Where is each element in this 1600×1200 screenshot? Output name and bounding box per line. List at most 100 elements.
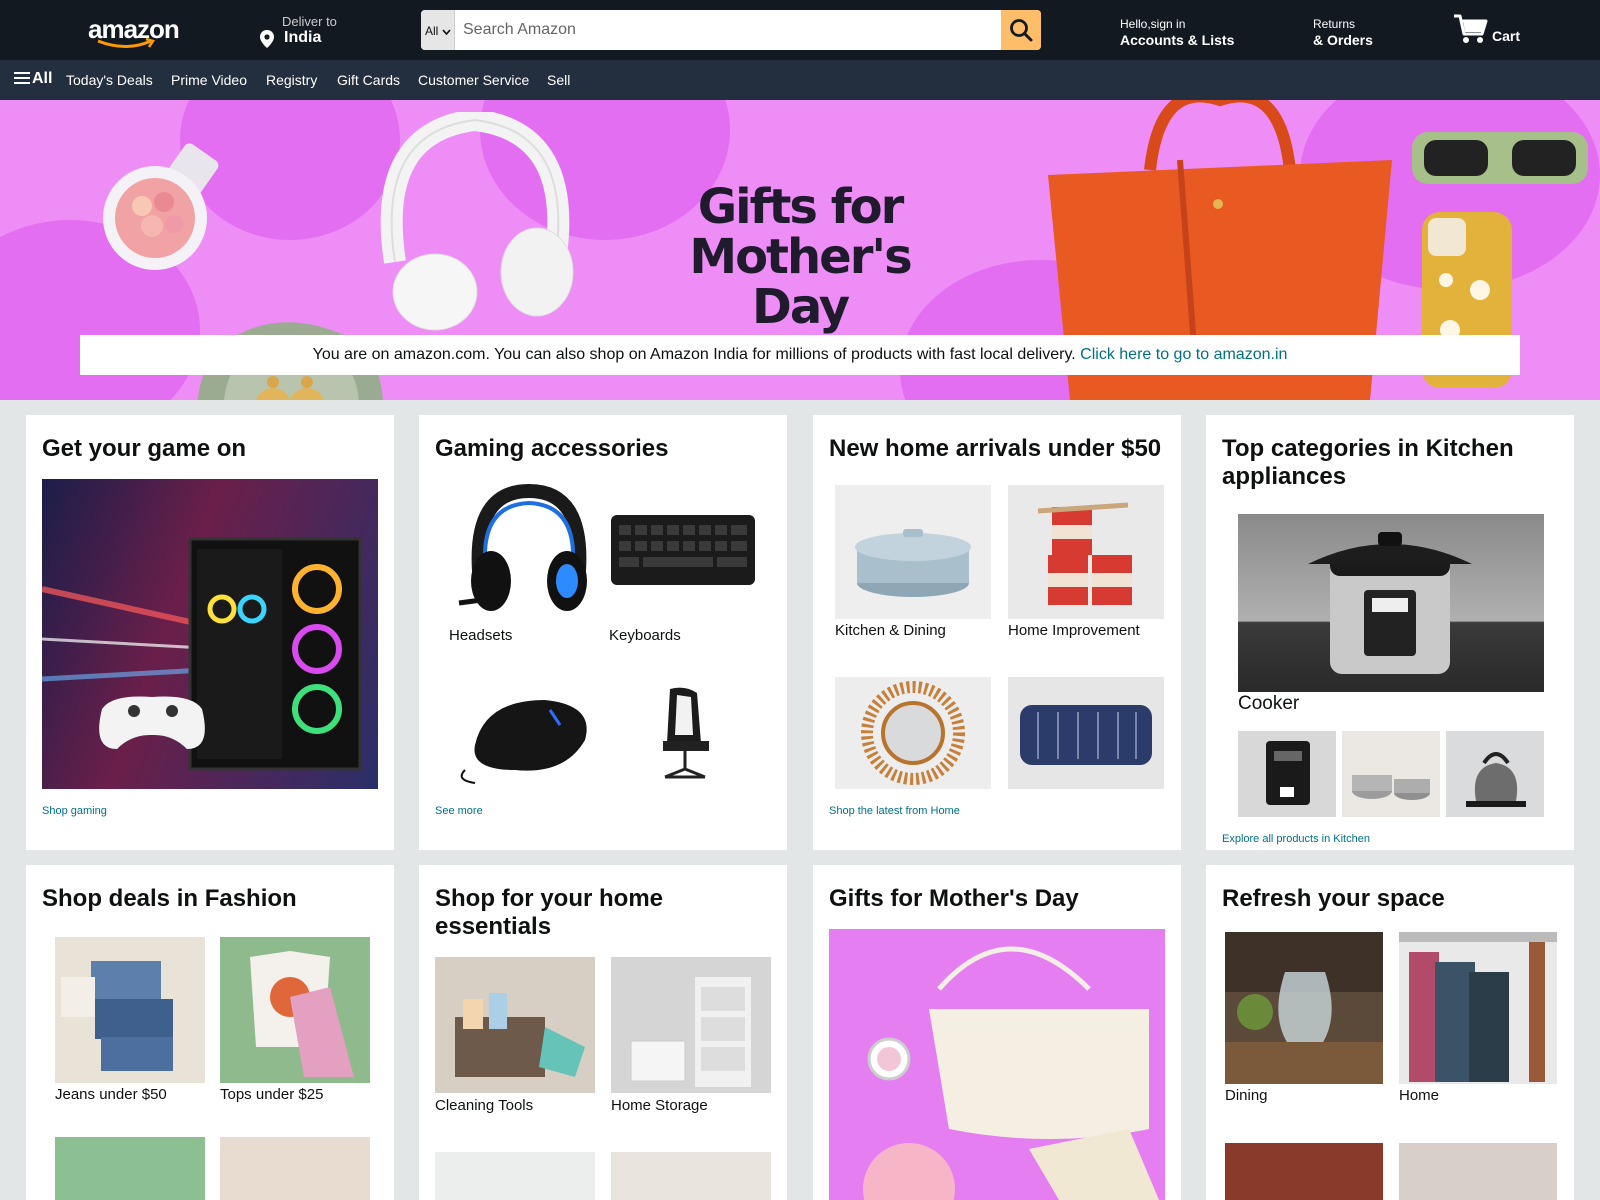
cart-button[interactable]: Cart xyxy=(1452,10,1532,50)
headphones-image xyxy=(380,112,574,331)
tile-caption: Cleaning Tools xyxy=(435,1097,534,1114)
tile-caption: Kitchen & Dining xyxy=(835,622,946,639)
search-button[interactable] xyxy=(1001,10,1041,50)
tile-caption: Cooker xyxy=(1238,693,1300,714)
card-title: Top categories in Kitchen appliances xyxy=(1222,435,1514,490)
jeans-image xyxy=(61,961,173,1071)
card-gaming-accessories: Gaming accessories Headsets Keyboards Se… xyxy=(419,415,787,850)
tile-jeans[interactable] xyxy=(55,937,205,1083)
explore-kitchen-link[interactable]: Explore all products in Kitchen xyxy=(1222,833,1370,845)
tile-cooker[interactable] xyxy=(1238,514,1544,692)
tile-caption: Home Improvement xyxy=(1008,622,1140,639)
tile-caption: Keyboards xyxy=(609,627,681,644)
card-title: New home arrivals under $50 xyxy=(829,435,1162,462)
smile-arrow-icon xyxy=(97,38,155,48)
search-category-select[interactable]: All xyxy=(421,10,455,50)
pressure-cooker-image xyxy=(1308,532,1472,674)
card-refresh-space: Refresh your space Dining Home xyxy=(1206,865,1574,1200)
card-title: Gaming accessories xyxy=(435,435,669,462)
card-home-arrivals: New home arrivals under $50 Kitchen & Di… xyxy=(813,415,1181,850)
tile-home-storage[interactable] xyxy=(611,957,771,1093)
card-home-essentials: Shop for your home essentials Cleaning T… xyxy=(419,865,787,1200)
tile-caption: Jeans under $50 xyxy=(55,1086,167,1103)
storage-cabinet-image xyxy=(630,977,751,1087)
deliver-location: India xyxy=(284,29,322,46)
headset-image xyxy=(458,483,587,611)
nav-link-registry[interactable]: Registry xyxy=(266,72,317,88)
tile-fashion-4[interactable] xyxy=(220,1137,370,1200)
tile-fashion-3[interactable] xyxy=(55,1137,205,1200)
shop-latest-home-link[interactable]: Shop the latest from Home xyxy=(829,805,960,817)
search-bar: All xyxy=(421,10,1041,50)
all-menu-button[interactable]: All xyxy=(14,70,52,88)
coffee-machine-image xyxy=(1266,741,1310,805)
card-fashion-deals: Shop deals in Fashion Jeans under $50 To… xyxy=(26,865,394,1200)
card-title: Shop for your home essentials xyxy=(435,885,663,940)
tile-caption: Dining xyxy=(1225,1087,1268,1104)
tile-caption: Home xyxy=(1399,1087,1440,1104)
card-mothers-day-gifts: Gifts for Mother's Day xyxy=(813,865,1181,1200)
tile-headsets[interactable] xyxy=(449,481,599,631)
amazon-india-notice: You are on amazon.com. You can also shop… xyxy=(80,335,1520,375)
returns-orders[interactable]: Returns & Orders xyxy=(1313,16,1373,48)
tile-caption: Headsets xyxy=(449,627,513,644)
tile-coffee-machine[interactable] xyxy=(1238,731,1336,817)
tile-cleaning-tools[interactable] xyxy=(435,957,595,1093)
tile-pillow[interactable] xyxy=(1008,677,1164,789)
nav-link-gift-cards[interactable]: Gift Cards xyxy=(337,72,400,88)
tile-home-decor[interactable] xyxy=(1399,932,1557,1084)
card-title: Refresh your space xyxy=(1222,885,1445,912)
gaming-pc-image[interactable] xyxy=(42,479,378,789)
hero-title: Gifts for Mother's Day xyxy=(689,179,912,335)
hamburger-icon xyxy=(14,72,30,84)
see-more-link[interactable]: See more xyxy=(435,805,483,817)
tile-home-improvement[interactable] xyxy=(1008,485,1164,619)
chevron-down-icon xyxy=(442,29,451,36)
card-kitchen-appliances: Top categories in Kitchen appliances Coo… xyxy=(1206,415,1574,850)
tile-refresh-4[interactable] xyxy=(1399,1143,1557,1200)
amazon-in-link[interactable]: Click here to go to amazon.in xyxy=(1080,346,1287,363)
tile-caption: Tops under $25 xyxy=(220,1086,324,1103)
paint-cans-image xyxy=(1037,502,1132,605)
search-input[interactable] xyxy=(455,10,995,50)
nav-link-todays-deals[interactable]: Today's Deals xyxy=(66,72,153,88)
sunburst-mirror-image xyxy=(861,681,965,785)
amazon-logo[interactable]: amazon xyxy=(88,12,180,50)
tile-refresh-3[interactable] xyxy=(1225,1143,1383,1200)
card-title: Get your game on xyxy=(42,435,247,462)
location-pin-icon xyxy=(260,30,274,48)
cookware-image xyxy=(1352,775,1430,800)
nav-link-customer-service[interactable]: Customer Service xyxy=(418,72,529,88)
deliver-label: Deliver to xyxy=(282,14,337,29)
tile-kettle[interactable] xyxy=(1446,731,1544,817)
card-gaming: Get your game on Shop gaming xyxy=(26,415,394,850)
tile-dining[interactable] xyxy=(1225,932,1383,1084)
tile-tops[interactable] xyxy=(220,937,370,1083)
pillow-image xyxy=(1020,705,1152,765)
tile-home-3[interactable] xyxy=(435,1152,595,1200)
search-icon xyxy=(1010,19,1033,42)
tops-image xyxy=(250,951,354,1077)
deliver-to[interactable]: Deliver to India xyxy=(258,12,388,50)
tile-kitchen-dining[interactable] xyxy=(835,485,991,619)
accounts-lists[interactable]: Hello,sign in Accounts & Lists xyxy=(1120,16,1234,48)
tile-mirror[interactable] xyxy=(835,677,991,789)
dining-image xyxy=(1225,932,1383,1084)
keyboard-image xyxy=(611,515,755,585)
sunglasses-image xyxy=(1412,132,1588,184)
dutch-oven-image xyxy=(855,529,971,597)
tile-gaming-chair[interactable] xyxy=(635,685,735,785)
nav-link-prime-video[interactable]: Prime Video xyxy=(171,72,247,88)
tile-keyboards[interactable] xyxy=(609,495,757,605)
tile-home-4[interactable] xyxy=(611,1152,771,1200)
nav-link-sell[interactable]: Sell xyxy=(547,72,570,88)
shop-gaming-link[interactable]: Shop gaming xyxy=(42,805,107,817)
mothers-day-gifts-image[interactable] xyxy=(829,929,1165,1200)
tile-mouse[interactable] xyxy=(455,685,595,785)
top-nav: amazon Deliver to India All Hello,sign i… xyxy=(0,0,1600,60)
card-title: Shop deals in Fashion xyxy=(42,885,297,912)
cart-icon xyxy=(1454,14,1488,43)
gaming-chair-image xyxy=(663,687,709,779)
tile-cookware[interactable] xyxy=(1342,731,1440,817)
mouse-image xyxy=(460,700,587,784)
